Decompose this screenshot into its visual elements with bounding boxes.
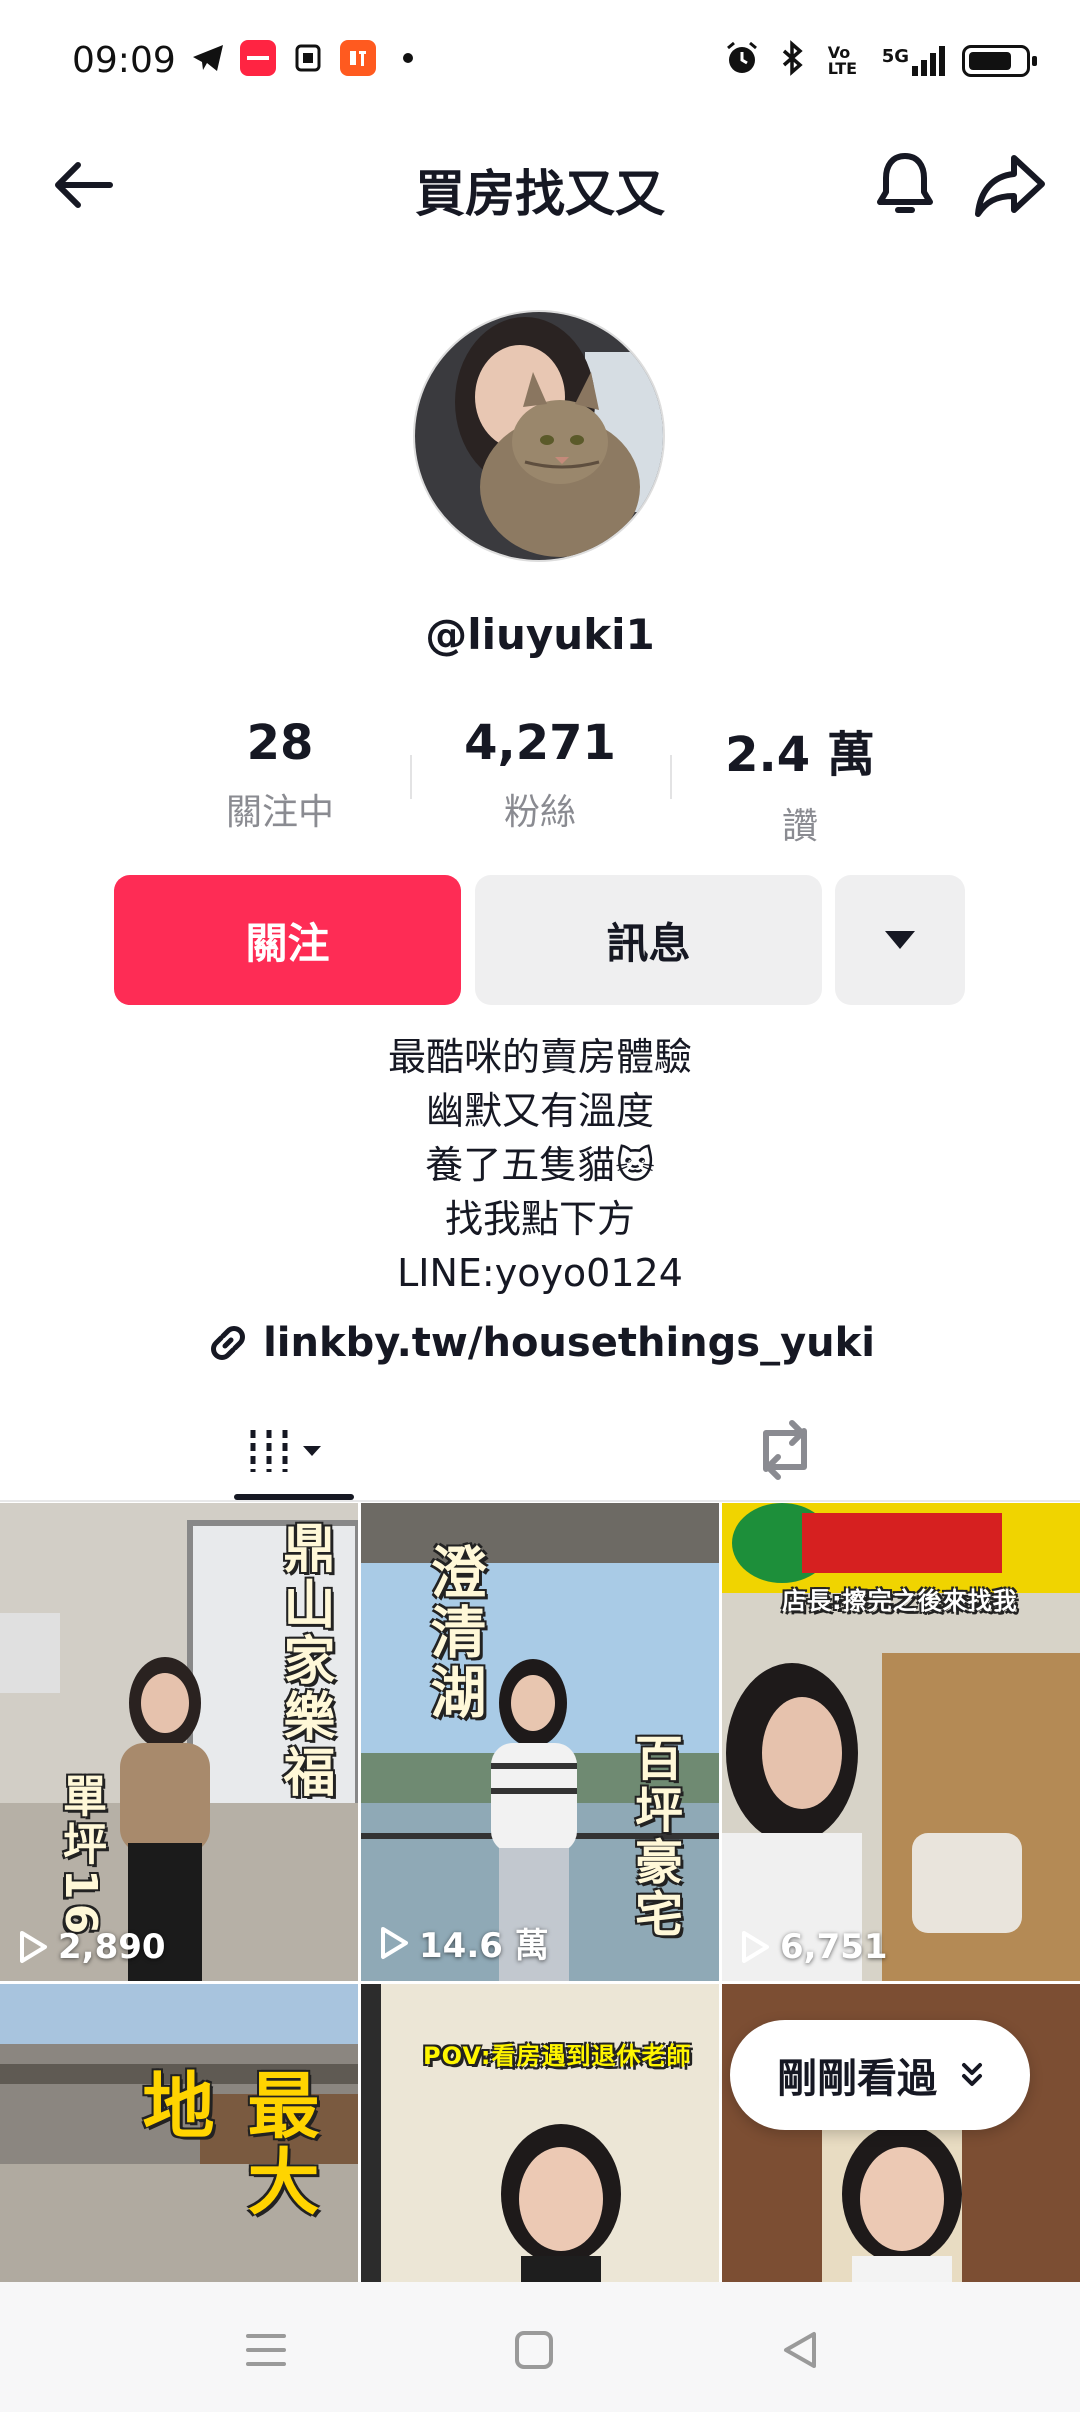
followers-label: 粉絲: [503, 792, 576, 833]
menu-button[interactable]: [236, 2320, 296, 2380]
tabs-divider: [0, 1500, 1080, 1502]
alarm-icon: [724, 40, 760, 81]
5g-signal-icon: 5G: [881, 45, 946, 76]
message-button[interactable]: 訊息: [475, 875, 822, 1005]
likes-count: 2.4 萬: [725, 727, 875, 783]
network-label: 5G: [881, 45, 909, 67]
view-count-text: 2,890: [58, 1927, 166, 1967]
bio-line: 養了五隻貓🐱: [425, 1143, 655, 1187]
share-button[interactable]: [972, 152, 1048, 218]
bio-line: 幽默又有溫度: [425, 1089, 654, 1133]
following-label: 關注中: [225, 792, 334, 833]
view-count-text: 14.6 萬: [419, 1926, 549, 1966]
bio: 最酷咪的賣房體驗 幽默又有溫度 養了五隻貓🐱 找我點下方 LINE:yoyo01…: [0, 1030, 1080, 1300]
username: @liuyuki1: [425, 610, 655, 659]
video-overlay-text: 單坪16: [55, 1773, 106, 1939]
notes-icon: [290, 40, 326, 76]
status-left-icons: [190, 40, 426, 76]
play-icon: [742, 1931, 769, 1963]
xiaohongshu-icon: [240, 40, 276, 76]
video-tile[interactable]: 鼎山家樂福 單坪16 2,890: [0, 1503, 358, 1981]
status-right-icons: Vo LTE 5G: [724, 40, 1037, 81]
play-icon: [381, 1926, 408, 1959]
video-grid: 鼎山家樂福 單坪16 2,890 澄清湖 百坪豪宅 14.6 萬 店長:擦完之後…: [0, 1503, 1080, 2284]
reposts-tab[interactable]: [730, 1400, 840, 1500]
profile-stats: 28 關注中 4,271 粉絲 2.4 萬 讚: [150, 715, 930, 847]
ting-icon: [340, 40, 376, 76]
menu-icon: [246, 2334, 286, 2366]
header: 買房找又又: [0, 130, 1080, 240]
video-overlay-text: POV:看房遇到退休老師: [423, 2042, 692, 2070]
recently-watched-label: 剛剛看過: [777, 2056, 937, 2102]
video-overlay-text: 鼎山家樂福: [274, 1521, 334, 1801]
video-tile[interactable]: 店長:擦完之後來找我 6,751: [722, 1503, 1080, 1981]
bio-line: 找我點下方: [444, 1197, 635, 1241]
battery-fill: [969, 51, 1011, 70]
avatar-photo: [415, 312, 663, 560]
telegram-icon: [190, 40, 226, 76]
bio-line: LINE:yoyo0124: [397, 1251, 683, 1295]
volte-icon: Vo LTE: [827, 42, 858, 78]
video-tile[interactable]: POV:看房遇到退休老師: [361, 1984, 719, 2284]
view-count: 6,751: [740, 1927, 888, 1967]
view-count-text: 6,751: [780, 1927, 888, 1967]
follow-button[interactable]: 關注: [114, 875, 461, 1005]
video-tile[interactable]: 最大地: [0, 1984, 358, 2284]
stat-divider: [670, 755, 672, 799]
view-count: 2,890: [18, 1927, 166, 1967]
triangle-back-icon: [784, 2332, 816, 2368]
likes-label: 讚: [781, 806, 818, 847]
grid-lines-icon: [250, 1430, 321, 1472]
status-time: 09:09: [72, 40, 176, 81]
play-icon: [20, 1931, 47, 1963]
home-button[interactable]: [504, 2320, 564, 2380]
repost-icon: [763, 1420, 807, 1480]
bio-line: 最酷咪的賣房體驗: [387, 1035, 692, 1079]
likes-stat[interactable]: 2.4 萬 讚: [670, 715, 930, 847]
followers-stat[interactable]: 4,271 粉絲: [410, 715, 670, 845]
status-bar: 09:09 Vo LTE 5G: [0, 0, 1080, 120]
video-thumbnail: [722, 1503, 1080, 1981]
stat-divider: [410, 755, 412, 799]
video-overlay-text: 最大地: [130, 2068, 319, 2220]
video-overlay-text: 店長:擦完之後來找我: [782, 1587, 1018, 1615]
video-overlay-text: 百坪豪宅: [626, 1733, 682, 1941]
video-thumbnail: [361, 1984, 719, 2284]
avatar[interactable]: [413, 310, 665, 562]
recently-watched-button[interactable]: 剛剛看過: [730, 2020, 1030, 2130]
share-arrow-icon: [975, 155, 1045, 217]
system-nav-bar: [0, 2282, 1080, 2412]
double-chevron-down-icon: [962, 2063, 982, 2086]
bluetooth-icon: [776, 40, 812, 81]
profile-link[interactable]: linkby.tw/housethings_yuki: [0, 1320, 1080, 1366]
notification-button[interactable]: [870, 148, 940, 220]
profile-link-text: linkby.tw/housethings_yuki: [263, 1320, 875, 1366]
followers-count: 4,271: [464, 715, 616, 771]
following-count: 28: [246, 715, 314, 771]
caret-down-icon: [885, 931, 915, 949]
videos-tab[interactable]: [220, 1400, 360, 1500]
following-stat[interactable]: 28 關注中: [150, 715, 410, 845]
dot-icon: [390, 40, 426, 76]
battery-icon: [962, 44, 1037, 77]
more-options-button[interactable]: [835, 875, 965, 1005]
video-overlay-text: 澄清湖: [421, 1543, 486, 1723]
content-tabs: [0, 1400, 1080, 1500]
square-icon: [515, 2331, 553, 2369]
link-icon: [211, 1326, 246, 1360]
video-tile[interactable]: 澄清湖 百坪豪宅 14.6 萬: [361, 1503, 719, 1981]
bell-icon: [877, 153, 933, 213]
back-nav-button[interactable]: [770, 2320, 830, 2380]
view-count: 14.6 萬: [379, 1918, 549, 1967]
